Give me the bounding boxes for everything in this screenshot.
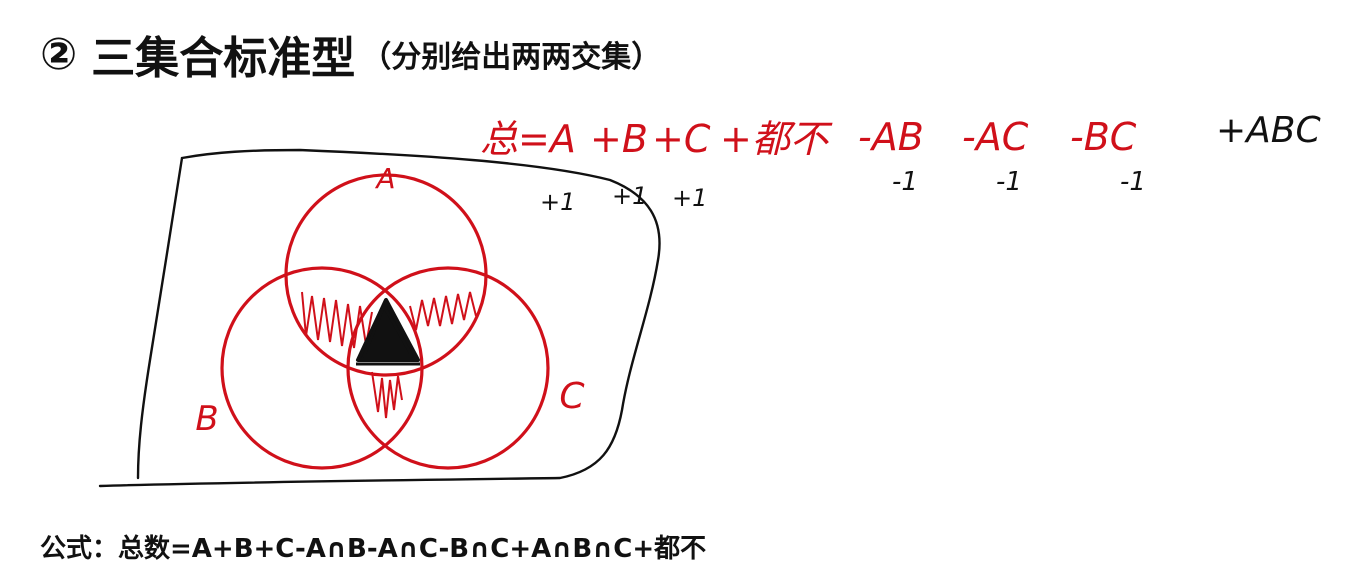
mark-minus-bc: -1 <box>1120 167 1146 197</box>
handwritten-formula: 总=A +B +C +都不 -AB -AC -BC +ABC <box>480 110 1321 161</box>
circle-b <box>220 266 424 470</box>
mark-minus-ac: -1 <box>996 167 1022 197</box>
hw-part-abc: +ABC <box>1216 110 1321 151</box>
set-label-a: A <box>374 162 395 195</box>
hw-part-c: +C <box>652 117 711 161</box>
mark-plus-b: +1 <box>612 182 647 210</box>
circle-c <box>346 266 550 470</box>
formula-line: 公式：总数=A+B+C-A∩B-A∩C-B∩C+A∩B∩C+都不 <box>40 534 707 564</box>
mark-plus-a: +1 <box>540 188 575 216</box>
hw-part-ab: -AB <box>858 115 924 159</box>
mark-plus-c: +1 <box>672 184 707 212</box>
hatch-ac <box>409 291 477 331</box>
hw-part-b: +B <box>590 117 648 161</box>
hw-part-bc: -BC <box>1070 115 1137 159</box>
venn-diagram: A B C 总=A +B +C +都不 -AB -AC -BC +ABC +1 … <box>98 110 1321 488</box>
hw-part-ac: -AC <box>962 115 1029 159</box>
hatch-bc <box>371 371 403 419</box>
set-label-c: C <box>559 376 585 417</box>
hw-part-neither: +都不 <box>720 117 833 161</box>
mark-minus-ab: -1 <box>892 167 918 197</box>
count-marks: +1 +1 +1 -1 -1 -1 <box>540 167 1146 216</box>
set-label-b: B <box>195 399 218 439</box>
hw-part-total-a: 总=A <box>480 117 576 161</box>
